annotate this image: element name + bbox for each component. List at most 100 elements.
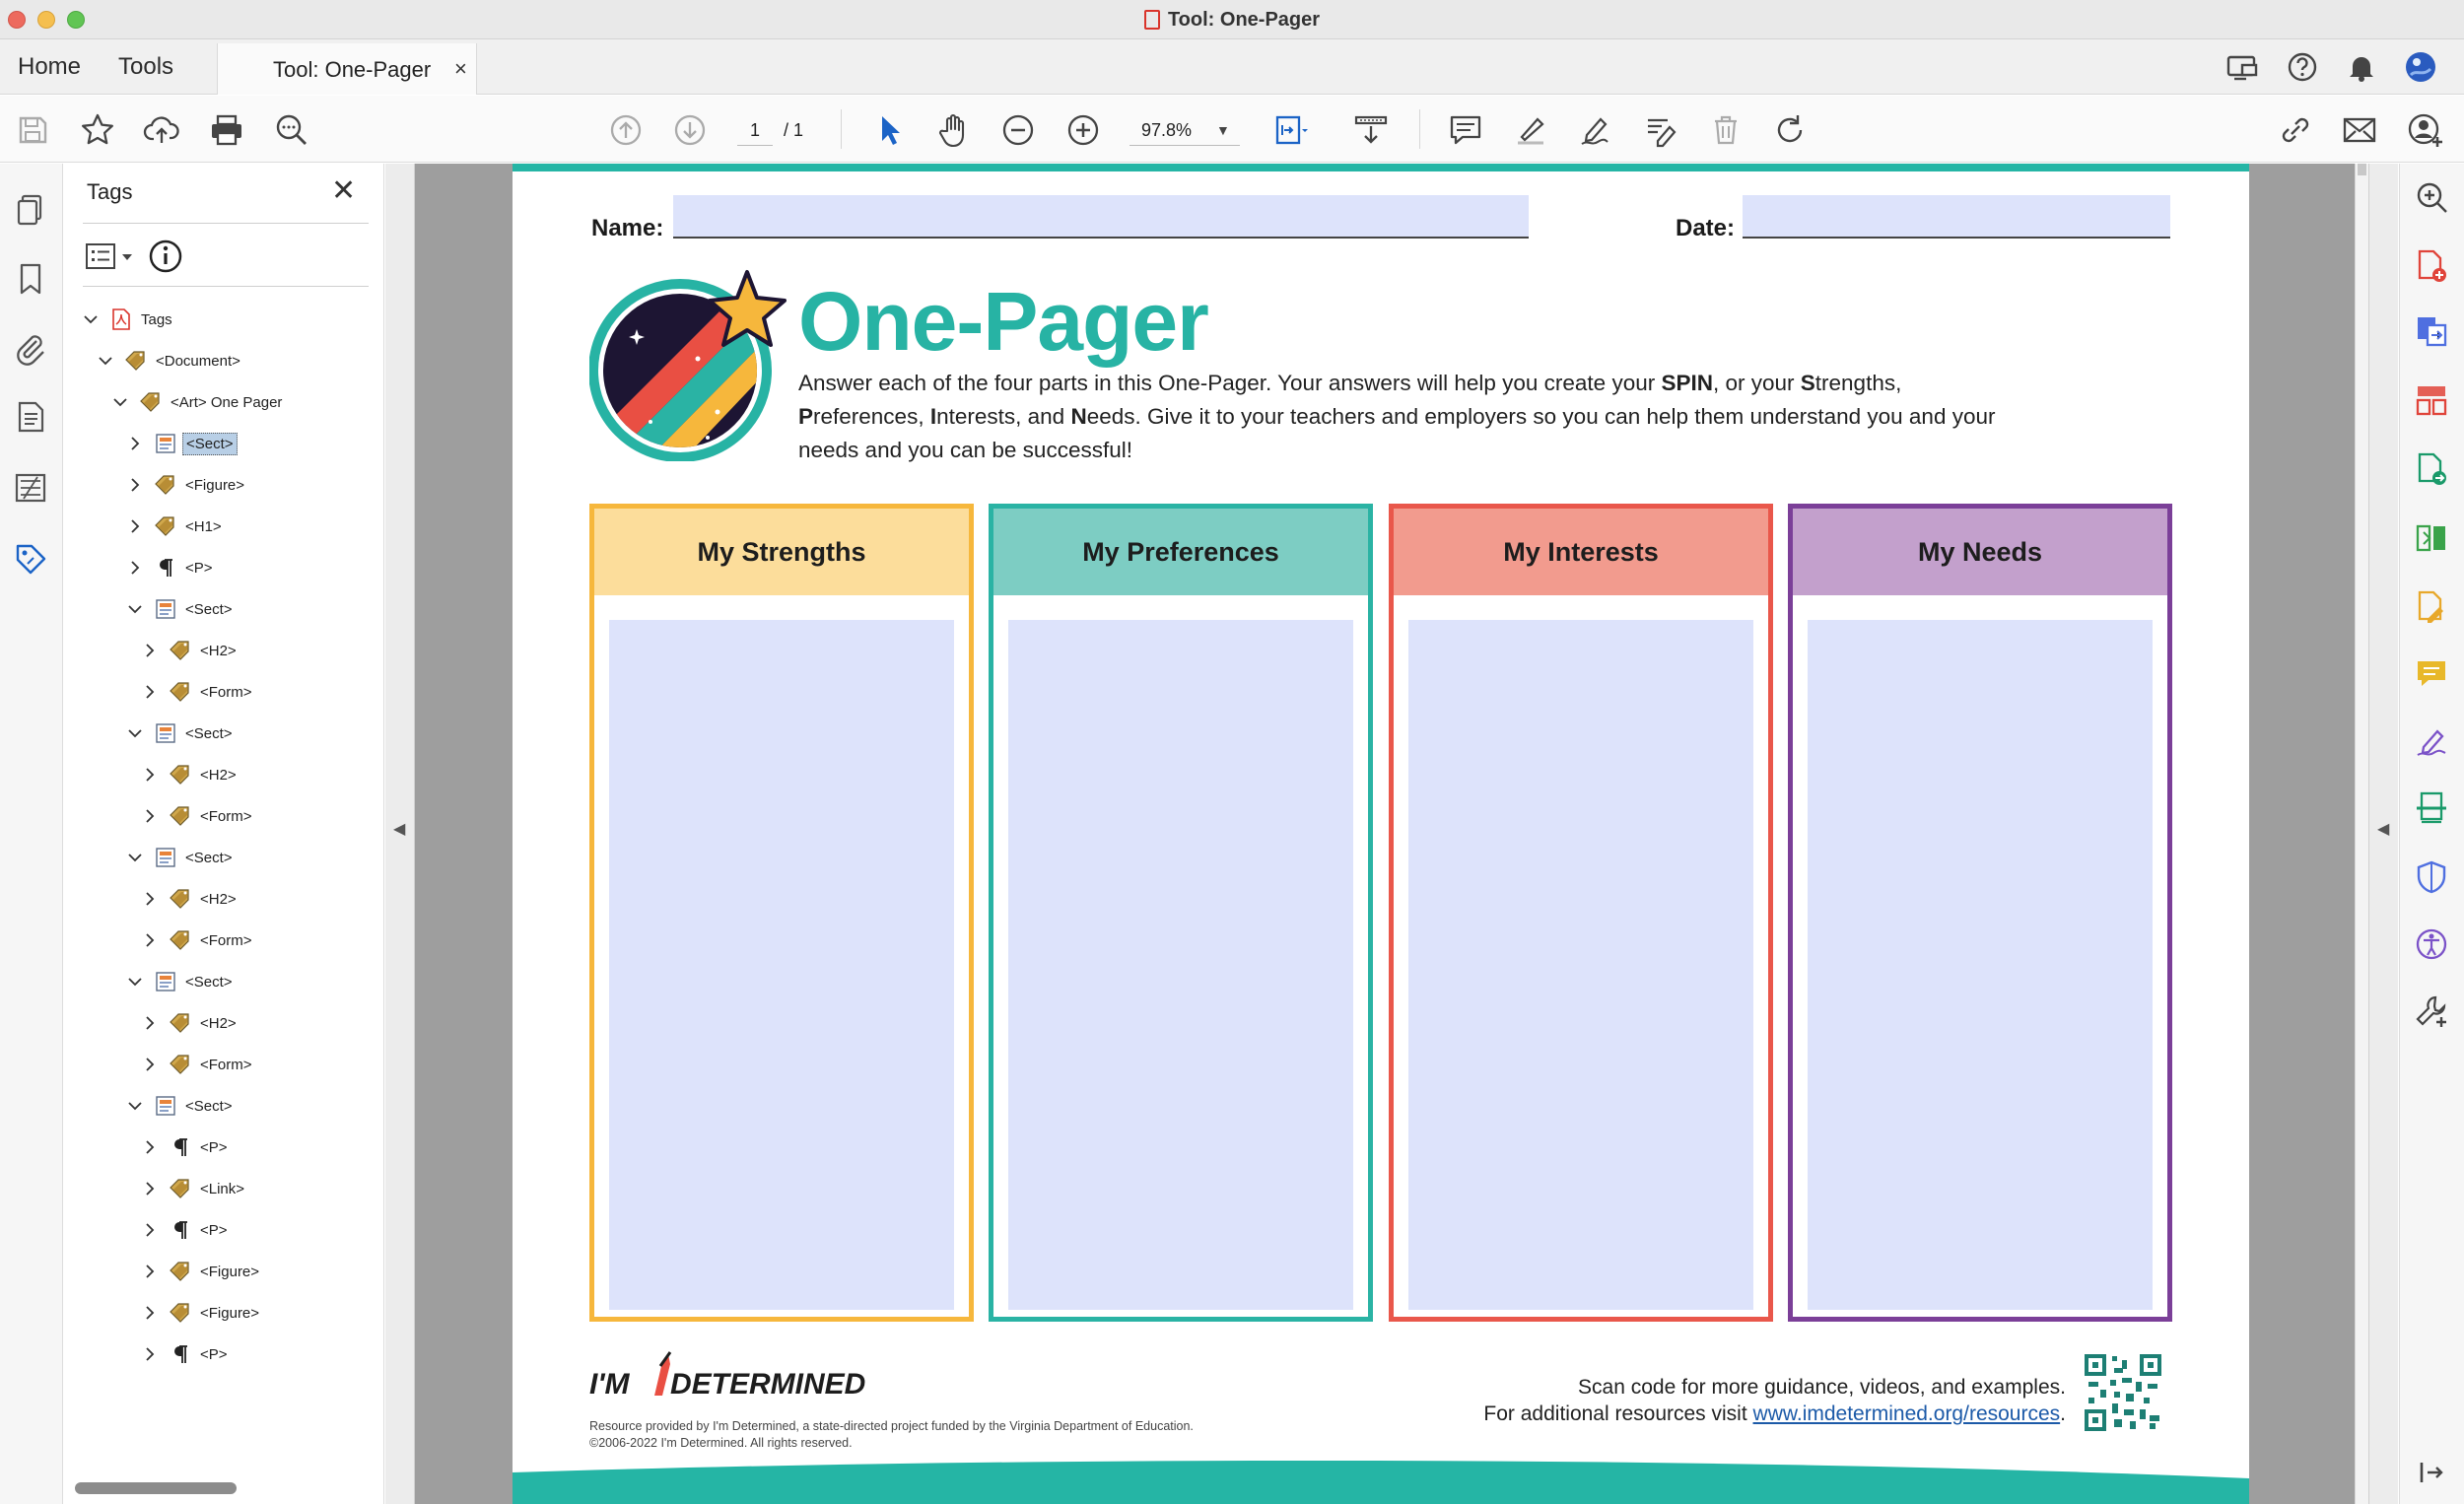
notifications-bell-icon[interactable]: [2344, 49, 2379, 85]
export-pdf-icon[interactable]: [2414, 313, 2449, 349]
chevron-right-icon[interactable]: [138, 1301, 162, 1325]
highlighter-icon[interactable]: [1512, 111, 1549, 149]
find-search-icon[interactable]: [273, 111, 310, 149]
tag-tree-row[interactable]: <Figure>: [138, 1250, 262, 1293]
collapse-left-panel-handle[interactable]: ◀: [385, 164, 415, 1504]
zoom-search-icon[interactable]: [2414, 179, 2449, 215]
next-page-icon[interactable]: [671, 111, 709, 149]
tag-tree-row[interactable]: <Figure>: [123, 463, 247, 507]
chevron-down-icon[interactable]: ▼: [1216, 114, 1230, 146]
tag-tree-row[interactable]: <H2>: [138, 629, 240, 672]
tag-tree-row[interactable]: <Sect>: [123, 422, 238, 465]
chevron-right-icon[interactable]: [138, 680, 162, 704]
tag-tree-row[interactable]: <Sect>: [123, 960, 236, 1003]
date-field[interactable]: [1743, 195, 2170, 239]
tag-tree-row[interactable]: <P>: [138, 1126, 231, 1169]
close-tab-button[interactable]: ×: [454, 56, 467, 82]
needs-text-field[interactable]: [1808, 620, 2153, 1310]
page-number-input[interactable]: 1: [737, 114, 773, 146]
delete-trash-icon[interactable]: [1707, 111, 1745, 149]
help-icon[interactable]: [2285, 49, 2320, 85]
user-avatar[interactable]: [2403, 49, 2438, 85]
document-tab[interactable]: Tool: One-Pager ×: [217, 43, 477, 95]
chevron-right-icon[interactable]: [138, 763, 162, 786]
compare-files-icon[interactable]: [2414, 520, 2449, 556]
options-menu-icon[interactable]: [85, 240, 136, 274]
attachments-paperclip-icon[interactable]: [12, 329, 49, 367]
chevron-down-icon[interactable]: [123, 721, 147, 745]
content-page-icon[interactable]: [12, 398, 49, 436]
draw-pen-icon[interactable]: [1577, 111, 1614, 149]
chevron-right-icon[interactable]: [123, 556, 147, 580]
chevron-right-icon[interactable]: [138, 1218, 162, 1242]
chevron-right-icon[interactable]: [123, 432, 147, 455]
chevron-right-icon[interactable]: [138, 1177, 162, 1200]
name-field[interactable]: [673, 195, 1529, 239]
tag-tree-row[interactable]: <Sect>: [123, 712, 236, 755]
tag-tree-row[interactable]: <H2>: [138, 877, 240, 921]
horizontal-scrollbar[interactable]: [75, 1482, 237, 1494]
star-bookmark-icon[interactable]: [79, 111, 116, 149]
fit-page-icon[interactable]: [1271, 111, 1309, 149]
nav-home[interactable]: Home: [18, 53, 81, 81]
chevron-right-icon[interactable]: [138, 639, 162, 662]
tag-tree-row[interactable]: <P>: [138, 1333, 231, 1376]
chevron-right-icon[interactable]: [138, 1342, 162, 1366]
tag-tree-row[interactable]: <Sect>: [123, 1084, 236, 1128]
protect-shield-icon[interactable]: [2414, 859, 2449, 895]
rotate-icon[interactable]: [1771, 111, 1809, 149]
order-reading-icon[interactable]: [12, 469, 49, 507]
tag-tree-row[interactable]: <Sect>: [123, 836, 236, 879]
vertical-scrollbar[interactable]: [2355, 164, 2368, 1504]
info-icon[interactable]: [148, 239, 183, 274]
tag-tree-row[interactable]: Tags: [79, 298, 175, 341]
zoom-in-icon[interactable]: [1064, 111, 1102, 149]
tag-tree-row[interactable]: <Form>: [138, 670, 255, 714]
chevron-right-icon[interactable]: [123, 514, 147, 538]
tag-tree-row[interactable]: <Link>: [138, 1167, 247, 1210]
chevron-right-icon[interactable]: [123, 473, 147, 497]
tags-panel-icon[interactable]: [12, 540, 49, 578]
chevron-down-icon[interactable]: [79, 308, 103, 331]
hand-pan-icon[interactable]: [935, 111, 973, 149]
chevron-down-icon[interactable]: [123, 970, 147, 993]
strengths-text-field[interactable]: [609, 620, 954, 1310]
organize-pages-icon[interactable]: [2414, 382, 2449, 418]
chevron-down-icon[interactable]: [123, 597, 147, 621]
comment-tool-icon[interactable]: [2414, 656, 2449, 692]
close-panel-button[interactable]: ✕: [331, 173, 356, 208]
chevron-down-icon[interactable]: [94, 349, 117, 373]
chevron-down-icon[interactable]: [123, 1094, 147, 1118]
interests-text-field[interactable]: [1408, 620, 1753, 1310]
qr-code[interactable]: [2085, 1354, 2161, 1431]
chevron-down-icon[interactable]: [123, 846, 147, 869]
cloud-upload-icon[interactable]: [143, 111, 180, 149]
collapse-right-panel-handle[interactable]: ◀: [2368, 164, 2398, 1504]
email-icon[interactable]: [2341, 111, 2378, 149]
tag-tree-row[interactable]: <H1>: [123, 505, 225, 548]
combine-files-icon[interactable]: [2414, 451, 2449, 487]
accessibility-icon[interactable]: [2414, 926, 2449, 962]
scroll-mode-icon[interactable]: [1352, 111, 1390, 149]
chevron-right-icon[interactable]: [138, 928, 162, 952]
preferences-text-field[interactable]: [1008, 620, 1353, 1310]
share-screen-icon[interactable]: [2225, 49, 2261, 85]
print-icon[interactable]: [208, 111, 245, 149]
previous-page-icon[interactable]: [607, 111, 645, 149]
chevron-right-icon[interactable]: [138, 1053, 162, 1076]
chevron-right-icon[interactable]: [138, 887, 162, 911]
select-cursor-icon[interactable]: [871, 111, 909, 149]
tag-tree-row[interactable]: <Sect>: [123, 587, 236, 631]
edit-text-icon[interactable]: [1642, 111, 1679, 149]
chevron-down-icon[interactable]: [108, 390, 132, 414]
tag-tree-row[interactable]: <Form>: [138, 919, 255, 962]
chevron-right-icon[interactable]: [138, 1135, 162, 1159]
tag-tree-row[interactable]: <Art> One Pager: [108, 380, 285, 424]
nav-tools[interactable]: Tools: [118, 53, 173, 81]
zoom-out-icon[interactable]: [999, 111, 1037, 149]
tag-tree-row[interactable]: <Form>: [138, 794, 255, 838]
scan-ocr-icon[interactable]: [2414, 790, 2449, 826]
tag-tree-row[interactable]: <Figure>: [138, 1291, 262, 1334]
chevron-right-icon[interactable]: [138, 804, 162, 828]
resources-link[interactable]: www.imdetermined.org/resources: [1753, 1402, 2061, 1425]
